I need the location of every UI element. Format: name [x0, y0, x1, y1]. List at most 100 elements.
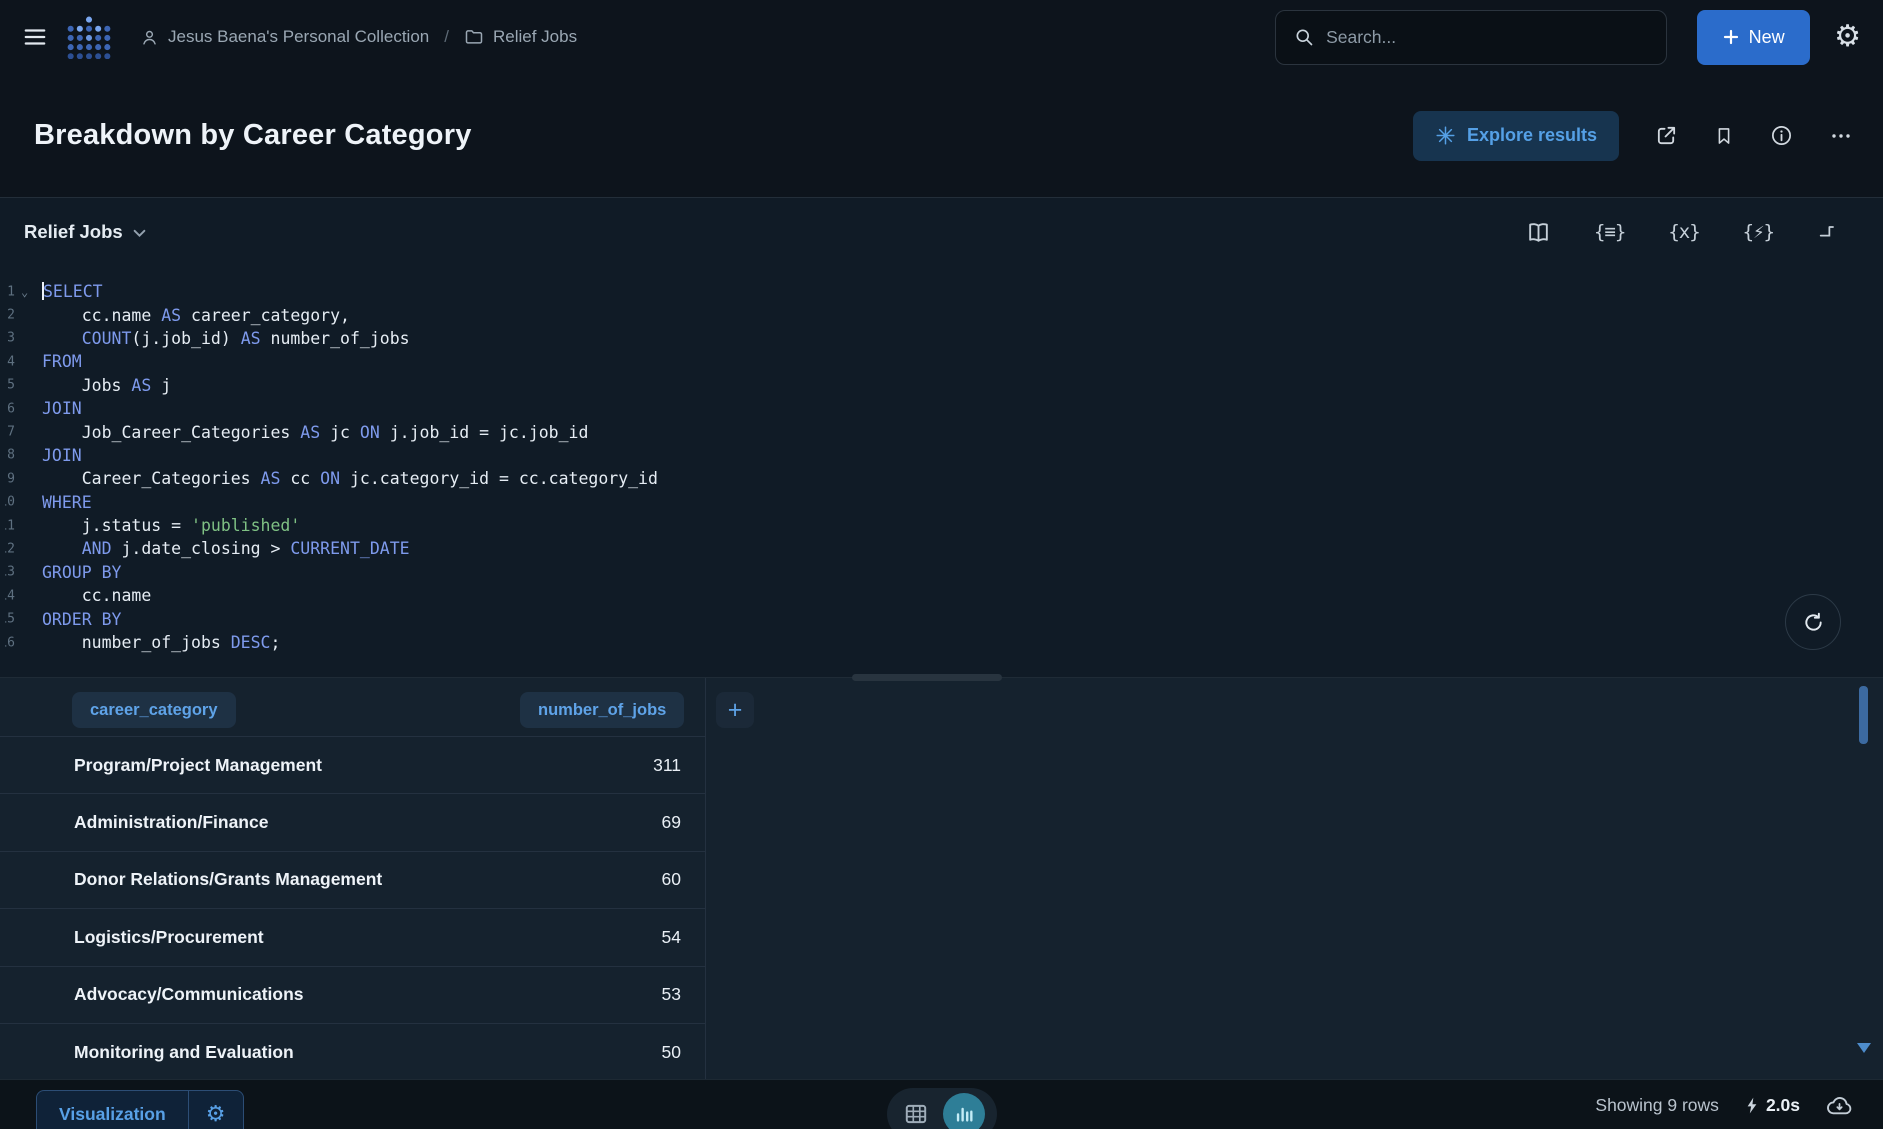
cell-number-of-jobs[interactable]: 54	[662, 927, 705, 948]
search-icon	[1294, 27, 1314, 47]
code-line: 4 FROM	[5, 350, 1883, 373]
cell-career-category[interactable]: Program/Project Management	[0, 755, 322, 776]
code-text: Jobs AS j	[42, 376, 171, 395]
new-button[interactable]: New	[1697, 10, 1810, 65]
line-number: 6	[5, 397, 16, 420]
cell-number-of-jobs[interactable]: 311	[653, 755, 705, 776]
info-icon[interactable]	[1770, 124, 1793, 147]
cell-number-of-jobs[interactable]: 53	[662, 984, 705, 1005]
cell-career-category[interactable]: Monitoring and Evaluation	[0, 1042, 294, 1063]
code-line: 9 Career_Categories AS cc ON jc.category…	[5, 467, 1883, 490]
row-count-label: Showing 9 rows	[1595, 1095, 1719, 1116]
explore-results-button[interactable]: Explore results	[1413, 111, 1619, 161]
code-text: j.status = 'published'	[42, 516, 300, 535]
toggle-editor-icon[interactable]	[1817, 221, 1839, 243]
sparkle-icon	[1435, 125, 1456, 146]
table-row[interactable]: Administration/Finance 69	[0, 794, 705, 851]
code-text: FROM	[42, 352, 82, 371]
app-root: Jesus Baena's Personal Collection / Reli…	[0, 0, 1883, 1129]
panel-resize-handle[interactable]	[852, 674, 1002, 681]
code-line: 16 number_of_jobs DESC;	[5, 631, 1883, 654]
table-view-button[interactable]	[899, 1097, 933, 1129]
cell-career-category[interactable]: Advocacy/Communications	[0, 984, 304, 1005]
plus-icon	[1723, 29, 1739, 45]
chart-view-button[interactable]	[943, 1093, 985, 1129]
code-line: 10WHERE	[5, 491, 1883, 514]
sql-code[interactable]: 1⌄SELECT2 cc.name AS career_category,3 C…	[0, 266, 1883, 654]
code-text: cc.name	[42, 586, 151, 605]
code-text: number_of_jobs DESC;	[42, 633, 280, 652]
code-text: Job_Career_Categories AS jc ON j.job_id …	[42, 423, 588, 442]
breadcrumb-item[interactable]: Relief Jobs	[493, 27, 577, 47]
code-line: 12 AND j.date_closing > CURRENT_DATE	[5, 537, 1883, 560]
line-number: 10	[5, 491, 16, 514]
snippet-icon[interactable]: {≡}	[1594, 221, 1625, 243]
line-number: 3	[5, 327, 16, 350]
scrollbar-thumb[interactable]	[1859, 686, 1868, 744]
table-row[interactable]: Logistics/Procurement 54	[0, 909, 705, 966]
sql-editor-section: Relief Jobs {≡} {x} {⚡} 1⌄SELECT2 cc.nam…	[0, 198, 1883, 677]
code-line: 3 COUNT(j.job_id) AS number_of_jobs	[5, 327, 1883, 350]
code-text: GROUP BY	[42, 563, 121, 582]
table-row[interactable]: Advocacy/Communications 53	[0, 967, 705, 1024]
line-number: 16	[5, 631, 16, 654]
cell-career-category[interactable]: Administration/Finance	[0, 812, 268, 833]
line-number: 4	[5, 350, 16, 373]
editor-toolbar: Relief Jobs {≡} {x} {⚡}	[0, 198, 1883, 266]
settings-gear-icon[interactable]: ⚙	[1834, 22, 1861, 52]
footer-status: Showing 9 rows 2.0s	[1595, 1080, 1853, 1129]
column-header-career-category[interactable]: career_category	[72, 692, 236, 728]
code-line: 13GROUP BY	[5, 561, 1883, 584]
title-actions: Explore results	[1413, 111, 1853, 161]
footer-bar: Visualization ⚙ Showing 9 rows 2.0s	[0, 1079, 1883, 1129]
table-row[interactable]: Program/Project Management 311	[0, 737, 705, 794]
variable-icon[interactable]: {x}	[1668, 221, 1699, 243]
bookmark-icon[interactable]	[1714, 125, 1734, 147]
search-input[interactable]	[1326, 27, 1648, 48]
display-toggle	[887, 1088, 997, 1129]
metabase-logo[interactable]	[64, 15, 114, 59]
more-options-ellipsis-icon[interactable]	[1829, 124, 1853, 148]
cell-number-of-jobs[interactable]: 50	[662, 1042, 705, 1063]
code-text: JOIN	[42, 399, 82, 418]
line-number: 11	[5, 514, 16, 537]
scrollbar-down-arrow-icon[interactable]	[1857, 1043, 1871, 1053]
line-number: 5	[5, 374, 16, 397]
visualization-button[interactable]: Visualization	[37, 1091, 189, 1129]
cell-career-category[interactable]: Donor Relations/Grants Management	[0, 869, 382, 890]
cell-career-category[interactable]: Logistics/Procurement	[0, 927, 264, 948]
results-scrollbar[interactable]	[1859, 684, 1869, 1071]
cloud-download-icon[interactable]	[1826, 1095, 1853, 1116]
database-source-selector[interactable]: Relief Jobs	[24, 221, 146, 243]
refresh-query-button[interactable]	[1785, 594, 1841, 650]
folder-icon	[464, 27, 484, 47]
line-number: 12	[5, 537, 16, 560]
code-line: 8JOIN	[5, 444, 1883, 467]
data-reference-book-icon[interactable]	[1526, 220, 1551, 245]
cell-number-of-jobs[interactable]: 60	[662, 869, 705, 890]
breadcrumb-collection[interactable]: Jesus Baena's Personal Collection	[168, 27, 429, 47]
search-box[interactable]	[1275, 10, 1667, 65]
share-external-link-icon[interactable]	[1655, 124, 1678, 147]
line-number: 9	[5, 467, 16, 490]
title-bar: Breakdown by Career Category Explore res…	[0, 74, 1883, 198]
line-number: 15	[5, 607, 16, 630]
table-row[interactable]: Monitoring and Evaluation 50	[0, 1024, 705, 1081]
format-query-icon[interactable]: {⚡}	[1743, 221, 1774, 243]
add-column-button[interactable]: +	[716, 692, 754, 728]
cell-number-of-jobs[interactable]: 69	[662, 812, 705, 833]
explore-results-label: Explore results	[1467, 125, 1597, 146]
visualization-settings-gear-icon[interactable]: ⚙	[189, 1091, 243, 1129]
duration-label: 2.0s	[1766, 1095, 1800, 1116]
query-duration: 2.0s	[1745, 1095, 1800, 1116]
code-text: ORDER BY	[42, 610, 121, 629]
fold-chevron-icon[interactable]: ⌄	[16, 285, 37, 299]
header: Jesus Baena's Personal Collection / Reli…	[0, 0, 1883, 74]
code-line: 1⌄SELECT	[5, 280, 1883, 303]
code-line: 5 Jobs AS j	[5, 374, 1883, 397]
visualization-control: Visualization ⚙	[36, 1090, 244, 1129]
table-body: Program/Project Management 311 Administrat…	[0, 737, 705, 1081]
table-row[interactable]: Donor Relations/Grants Management 60	[0, 852, 705, 909]
hamburger-menu-icon[interactable]	[22, 24, 48, 50]
column-header-number-of-jobs[interactable]: number_of_jobs	[520, 692, 684, 728]
